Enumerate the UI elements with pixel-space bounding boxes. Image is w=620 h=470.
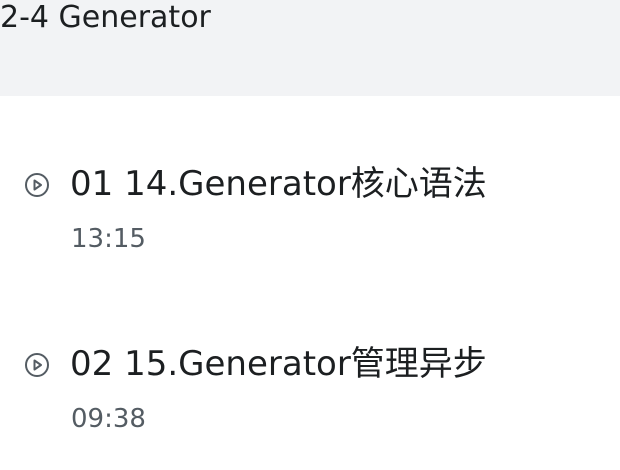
lesson-item[interactable]: 02 15.Generator管理异步 09:38 bbox=[0, 330, 620, 470]
lesson-title[interactable]: 02 15.Generator管理异步 bbox=[70, 342, 487, 386]
lesson-item[interactable]: 01 14.Generator核心语法 13:15 bbox=[0, 150, 620, 290]
play-circle-icon bbox=[24, 352, 50, 378]
chapter-title: 2-4 Generator bbox=[0, 0, 211, 35]
lesson-duration: 13:15 bbox=[71, 224, 146, 254]
lesson-title[interactable]: 01 14.Generator核心语法 bbox=[70, 162, 487, 206]
play-circle-icon bbox=[24, 172, 50, 198]
chapter-header: 2-4 Generator bbox=[0, 0, 620, 96]
